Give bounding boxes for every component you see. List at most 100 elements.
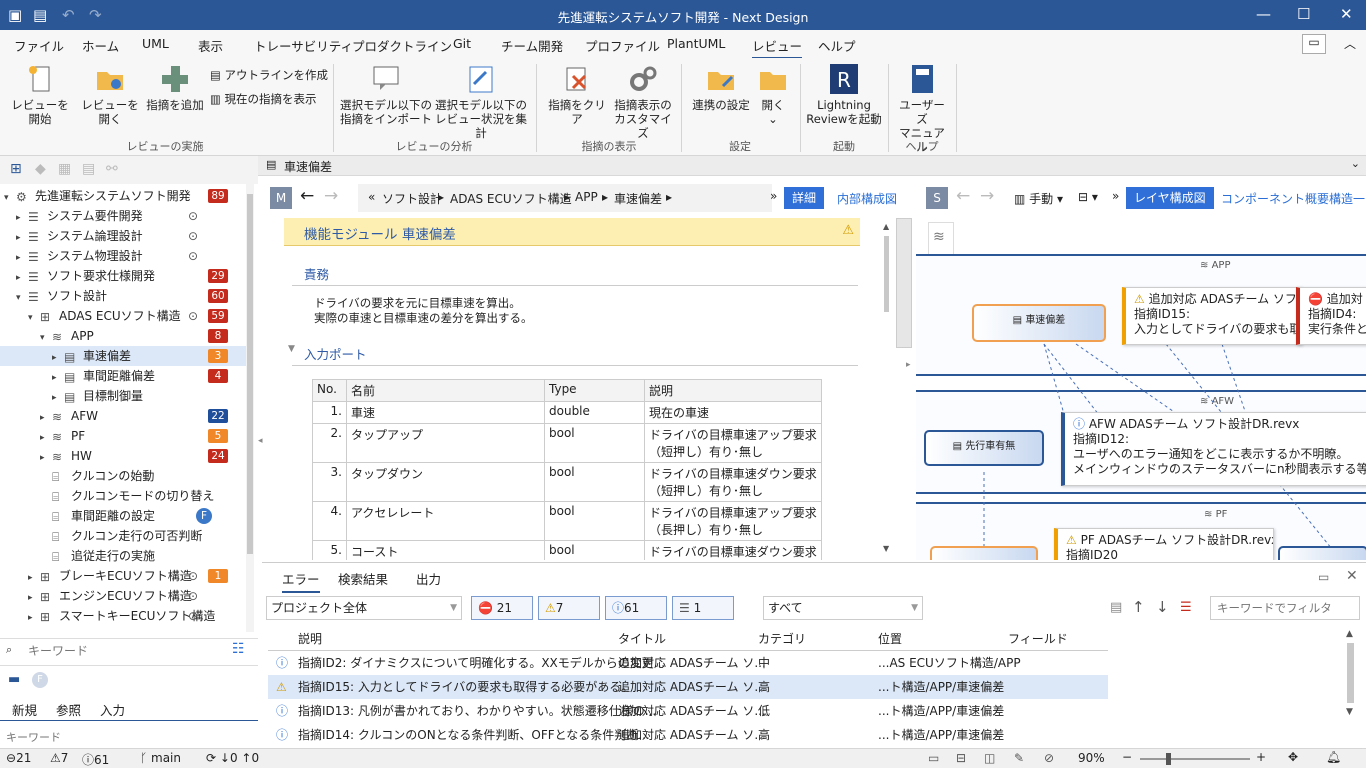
column-header[interactable]: 説明 <box>298 627 322 651</box>
stack-icon[interactable]: ▤ <box>82 161 95 177</box>
column-header[interactable]: 位置 <box>878 627 902 651</box>
review-comment-card[interactable]: ⛔ 追加対 指摘ID4: 実行条件と <box>1296 287 1366 345</box>
status-error-count[interactable]: ⊖21 <box>6 751 31 765</box>
diagram-link-icon[interactable]: ⊙ <box>188 206 198 226</box>
tab-new[interactable]: 新規 <box>12 700 37 719</box>
breadcrumb-item[interactable]: ADAS ECUソフト構造 <box>450 190 572 207</box>
tree-node[interactable]: ▾ ☰ ソフト設計 60 <box>0 286 246 306</box>
review-comment-card[interactable]: ⚠ 追加対応 ADASチーム ソフ 指摘ID15:入力としてドライバの要求も取得… <box>1122 287 1302 345</box>
more-views-icon[interactable]: » <box>770 189 777 203</box>
expand-right-icon[interactable]: ▸ <box>16 208 28 228</box>
tab-reference[interactable]: 参照 <box>56 700 81 719</box>
feature-icon[interactable]: F <box>32 672 48 688</box>
tree-node[interactable]: ⌸ 追従走行の実施 <box>0 546 246 566</box>
menu-uml[interactable]: UML <box>142 36 169 51</box>
menu-plantuml[interactable]: PlantUML <box>667 36 725 51</box>
model-tree-icon[interactable]: ⊞ <box>10 161 22 177</box>
branch-indicator[interactable]: ᚴ main <box>140 751 181 765</box>
view-single-icon[interactable]: ▭ <box>928 751 939 765</box>
tree-node[interactable]: ▾ ⚙ 先進運転システムソフト開発 89 <box>0 186 246 206</box>
tree-node[interactable]: ▸ ⊞ スマートキーECUソフト構造 ⊙ <box>0 606 246 626</box>
status-warning-count[interactable]: ⚠7 <box>50 751 68 765</box>
arrow-down-icon[interactable]: ↓ <box>1156 598 1169 616</box>
filter-icon[interactable]: ☷ <box>232 641 245 657</box>
expand-right-icon[interactable]: ▸ <box>28 608 40 628</box>
zoom-out-icon[interactable]: − <box>1122 750 1132 764</box>
tree-node[interactable]: ▸ ≋ PF 5 <box>0 426 246 446</box>
table-row[interactable]: 5. コースト bool ドライバの目標車速ダウン要求 <box>312 540 822 560</box>
expand-down-icon[interactable]: ▾ <box>4 188 16 208</box>
expand-down-icon[interactable]: ▾ <box>16 288 28 308</box>
arrow-up-icon[interactable]: ↑ <box>1132 598 1145 616</box>
tree-node[interactable]: ▸ ≋ AFW 22 <box>0 406 246 426</box>
scroll-thumb[interactable] <box>884 236 889 312</box>
diagram-link-icon[interactable]: ⊙ <box>188 226 198 246</box>
create-outline-button[interactable]: ▤ アウトラインを作成 <box>210 67 328 83</box>
collapse-icon[interactable]: ▼ <box>288 344 295 354</box>
expand-right-icon[interactable]: ▸ <box>16 268 28 288</box>
tree-search-input[interactable] <box>28 641 223 660</box>
tree-node[interactable]: ⌸ クルコンモードの切り替え <box>0 486 246 506</box>
expand-right-icon[interactable]: ▸ <box>16 248 28 268</box>
component-node[interactable] <box>930 546 1038 560</box>
diagram-link-icon[interactable]: ⊙ <box>188 566 198 586</box>
detail-button[interactable]: 詳細 <box>784 187 825 209</box>
fit-view-icon[interactable]: ✥ <box>1288 750 1298 764</box>
breadcrumb-item[interactable]: APP <box>575 190 598 204</box>
palette-icon[interactable]: ▬ <box>8 672 20 687</box>
lock-icon[interactable]: ⊘ <box>1044 751 1054 765</box>
columns-icon[interactable]: ▤ <box>1110 600 1122 615</box>
breadcrumb-item[interactable]: 車速偏差 <box>614 190 662 207</box>
column-header[interactable]: タイトル <box>618 627 666 651</box>
view-split-v-icon[interactable]: ◫ <box>984 751 995 765</box>
menu-profile[interactable]: プロファイル <box>585 36 660 55</box>
collapse-ribbon-icon[interactable]: ︿ <box>1344 35 1356 52</box>
zoom-slider[interactable] <box>1140 753 1250 765</box>
tree-node[interactable]: ▾ ⊞ ADAS ECUソフト構造 ⊙ 59 <box>0 306 246 326</box>
tree-node[interactable]: ▸ ☰ システム論理設計 ⊙ <box>0 226 246 246</box>
diagram-link-icon[interactable]: ⊙ <box>188 306 198 326</box>
link-icon[interactable]: ⚯ <box>106 161 118 177</box>
clear-issues-button[interactable]: 指摘をクリア <box>544 64 610 126</box>
menu-home[interactable]: ホーム <box>82 36 119 55</box>
column-header[interactable]: カテゴリ <box>758 627 806 651</box>
expand-right-icon[interactable]: ▸ <box>28 568 40 588</box>
tree-node[interactable]: ▸ ⊞ エンジンECUソフト構造 ⊙ <box>0 586 246 606</box>
import-issues-button[interactable]: 選択モデル以下の 指摘をインポート <box>340 64 432 126</box>
expand-right-icon[interactable]: ▸ <box>52 368 64 388</box>
tree-node[interactable]: ⌸ 車間距離の設定 F <box>0 506 246 526</box>
grid-scrollbar[interactable]: ▲ ▼ <box>1344 629 1358 729</box>
forward-arrow-icon[interactable]: → <box>324 186 338 206</box>
show-current-issue-button[interactable]: ▥ 現在の指摘を表示 <box>210 91 317 107</box>
expand-right-icon[interactable]: ▸ <box>40 428 52 448</box>
menu-traceability[interactable]: トレーサビリティ <box>254 36 353 55</box>
close-icon[interactable]: ✕ <box>1340 5 1353 23</box>
menu-git[interactable]: Git <box>453 36 471 51</box>
tree-node[interactable]: ▸ ☰ システム要件開発 ⊙ <box>0 206 246 226</box>
menu-productline[interactable]: プロダクトライン <box>352 36 452 55</box>
scroll-thumb[interactable] <box>1347 643 1354 703</box>
component-node[interactable] <box>1278 546 1366 560</box>
diagram-link-icon[interactable]: ⊙ <box>188 606 198 626</box>
tree-node[interactable]: ▸ ⊞ ブレーキECUソフト構造 ⊙ 1 <box>0 566 246 586</box>
expand-right-icon[interactable]: ▸ <box>16 228 28 248</box>
tree-node[interactable]: ▸ ▤ 目標制御量 <box>0 386 246 406</box>
tree-node[interactable]: ▸ ≋ HW 24 <box>0 446 246 466</box>
tab-search-results[interactable]: 検索結果 <box>338 569 388 588</box>
tree-node[interactable]: ▾ ≋ APP 8 <box>0 326 246 346</box>
expand-down-icon[interactable]: ▾ <box>28 308 40 328</box>
add-issue-button[interactable]: 指摘を追加 <box>145 64 205 112</box>
review-comment-card[interactable]: ⚠ PF ADASチーム ソフト設計DR.revx 指摘ID20 <box>1054 528 1274 560</box>
scroll-down-icon[interactable]: ▼ <box>883 544 889 553</box>
start-review-button[interactable]: レビューを開始 <box>6 64 74 126</box>
palette-search-input[interactable] <box>6 728 246 746</box>
tree-node[interactable]: ⌸ クルコンの始動 <box>0 466 246 486</box>
chart-icon[interactable]: ▦ <box>58 161 71 177</box>
splitter-handle[interactable] <box>896 218 912 348</box>
review-comment-card[interactable]: ⓘ AFW ADASチーム ソフト設計DR.revx 指摘ID12: ユーザへのエ… <box>1061 412 1366 486</box>
summary-button[interactable]: 選択モデル以下の レビュー状況を集計 <box>435 64 527 140</box>
notification-bell-icon[interactable]: 🔔︎ <box>1326 750 1341 764</box>
diagram-link-icon[interactable]: ⊙ <box>188 246 198 266</box>
tab-output[interactable]: 出力 <box>416 569 441 588</box>
pane-splitter-icon[interactable]: ▸ <box>906 360 914 380</box>
